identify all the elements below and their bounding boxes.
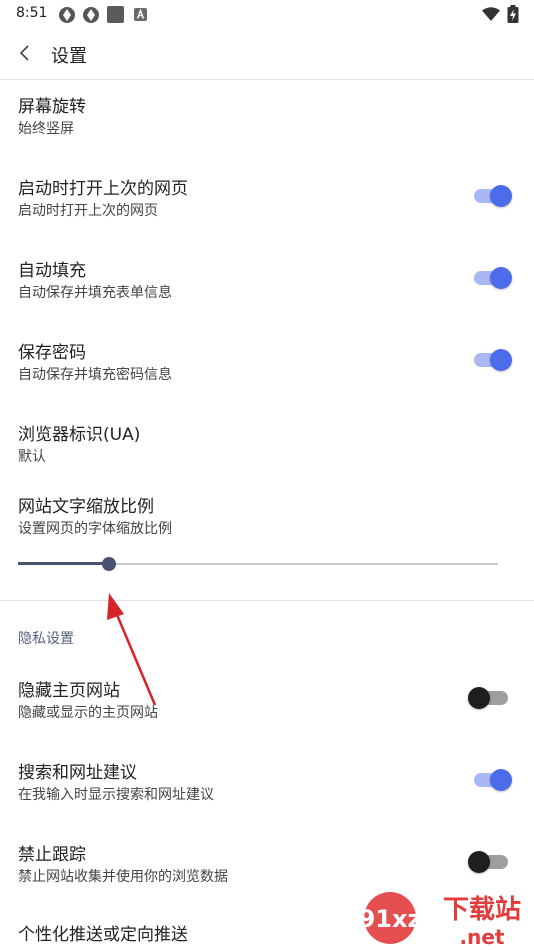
setting-user-agent[interactable]: 浏览器标识(UA) 默认 <box>0 420 534 480</box>
switch-knob <box>490 185 512 207</box>
setting-search-suggestions[interactable]: 搜索和网址建议 在我输入时显示搜索和网址建议 <box>0 758 534 818</box>
text-zoom-slider[interactable] <box>18 551 498 577</box>
toggle-switch[interactable] <box>468 686 514 710</box>
setting-title: 禁止跟踪 <box>18 845 86 865</box>
app-icon <box>83 7 99 23</box>
watermark-logo: 91xz 下载站 .net <box>359 892 521 949</box>
slider-thumb[interactable] <box>102 557 116 571</box>
slider-fill <box>18 562 109 565</box>
setting-summary: 在我输入时显示搜索和网址建议 <box>18 787 214 803</box>
setting-title: 屏幕旋转 <box>18 97 86 117</box>
setting-summary: 自动保存并填充表单信息 <box>18 285 172 301</box>
setting-title: 搜索和网址建议 <box>18 763 137 783</box>
toggle-switch[interactable] <box>472 184 514 208</box>
a-icon <box>134 8 147 21</box>
page-title: 设置 <box>51 46 87 67</box>
setting-title: 个性化推送或定向推送 <box>18 925 188 945</box>
status-bar: 8:51 <box>0 0 534 28</box>
setting-title: 隐藏主页网站 <box>18 681 120 701</box>
watermark-domain: .net <box>460 925 505 949</box>
setting-title: 网站文字缩放比例 <box>18 497 154 517</box>
app-icon <box>59 7 75 23</box>
section-header-privacy: 隐私设置 <box>18 631 74 647</box>
wifi-icon <box>482 7 500 21</box>
section-divider <box>0 600 534 601</box>
switch-knob <box>490 769 512 791</box>
switch-knob <box>468 687 490 709</box>
toggle-switch[interactable] <box>472 266 514 290</box>
setting-text-zoom: 网站文字缩放比例 设置网页的字体缩放比例 <box>0 492 534 552</box>
square-icon <box>107 6 124 23</box>
setting-hide-home-sites[interactable]: 隐藏主页网站 隐藏或显示的主页网站 <box>0 676 534 736</box>
setting-title: 浏览器标识(UA) <box>18 425 141 445</box>
setting-summary: 禁止网站收集并使用你的浏览数据 <box>18 869 228 885</box>
setting-title: 保存密码 <box>18 343 86 363</box>
switch-knob <box>468 851 490 873</box>
battery-charging-icon <box>507 5 519 23</box>
setting-title: 启动时打开上次的网页 <box>18 179 188 199</box>
setting-save-password[interactable]: 保存密码 自动保存并填充密码信息 <box>0 338 534 398</box>
setting-summary: 隐藏或显示的主页网站 <box>18 705 158 721</box>
switch-knob <box>490 349 512 371</box>
toggle-switch[interactable] <box>472 768 514 792</box>
toggle-switch[interactable] <box>468 850 514 874</box>
setting-summary: 设置网页的字体缩放比例 <box>18 521 172 537</box>
setting-summary: 启动时打开上次的网页 <box>18 203 158 219</box>
status-time: 8:51 <box>16 5 48 21</box>
setting-title: 自动填充 <box>18 261 86 281</box>
back-chevron-icon[interactable] <box>14 42 36 64</box>
setting-restore-tabs[interactable]: 启动时打开上次的网页 启动时打开上次的网页 <box>0 174 534 234</box>
setting-summary: 默认 <box>18 449 46 465</box>
watermark-brand: 下载站 <box>443 895 521 925</box>
setting-summary: 始终竖屏 <box>18 121 74 137</box>
setting-autofill[interactable]: 自动填充 自动保存并填充表单信息 <box>0 256 534 316</box>
app-bar: 设置 <box>0 28 534 80</box>
toggle-switch[interactable] <box>472 348 514 372</box>
watermark-numeral: 91xz <box>359 905 422 933</box>
switch-knob <box>490 267 512 289</box>
setting-screen-rotation[interactable]: 屏幕旋转 始终竖屏 <box>0 92 534 152</box>
setting-summary: 自动保存并填充密码信息 <box>18 367 172 383</box>
